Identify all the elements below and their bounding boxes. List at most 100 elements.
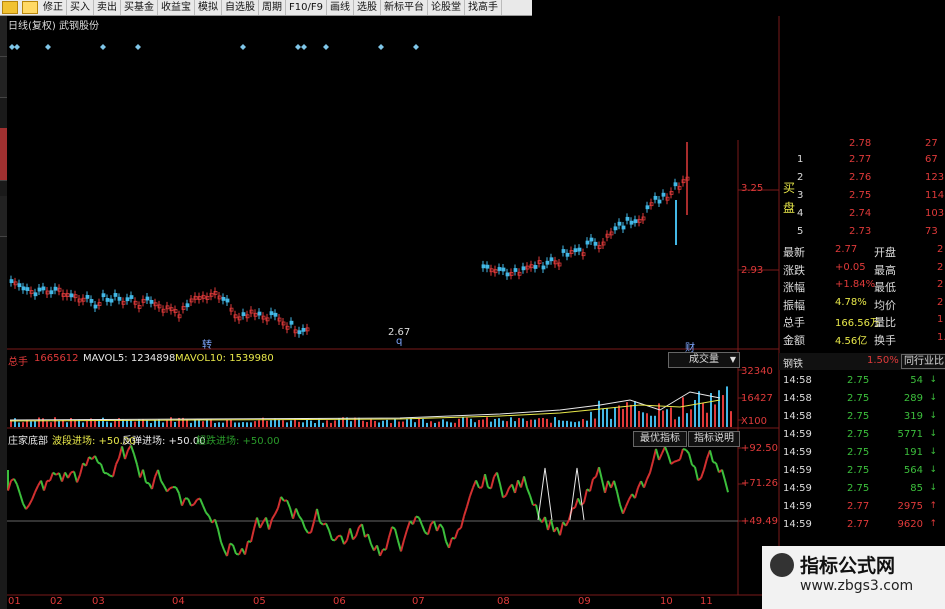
x-axis-label: 04: [172, 596, 185, 607]
trade-direction-icon: ↓: [929, 447, 937, 457]
quote-stat-value: 4.56亿: [835, 335, 868, 347]
trade-vol: 54: [910, 375, 923, 386]
volume-bar: [86, 420, 88, 427]
candlestick-body: [549, 257, 554, 262]
volume-bar: [434, 422, 436, 427]
trade-time: 14:59: [783, 501, 812, 512]
volume-bar: [646, 413, 648, 427]
volume-indicator-select[interactable]: 成交量 ▼: [668, 352, 740, 368]
volume-bar: [326, 420, 328, 427]
quote-stat-label: 涨幅: [783, 281, 805, 294]
trade-time: 14:59: [783, 483, 812, 494]
indicator-line-segment: [112, 464, 117, 477]
trade-row: 14:58 2.75 54 ↓: [779, 372, 945, 390]
indicator-line-segment: [484, 473, 489, 488]
quote-stat-label: 振幅: [783, 298, 805, 312]
trade-price: 2.75: [847, 429, 870, 440]
quote-stat-value2: 2: [937, 296, 944, 308]
candlestick-body: [533, 265, 538, 269]
indicator-line-segment: [514, 480, 519, 494]
indicator-line-segment: [121, 446, 126, 460]
candlestick-body: [101, 293, 106, 298]
trade-time: 14:59: [783, 429, 812, 440]
indicator-line-segment: [421, 524, 426, 533]
volume-tick-3: X100: [741, 416, 767, 427]
volume-bar: [386, 419, 388, 427]
x-axis-label: 11: [700, 596, 713, 607]
indicator-line-segment: [688, 453, 693, 466]
indicator-line-segment: [355, 526, 360, 537]
volume-bar: [718, 390, 720, 427]
indicator-line-segment: [31, 491, 36, 500]
volume-bar: [710, 393, 712, 427]
x-axis-label: 05: [253, 596, 266, 607]
volume-bar: [322, 422, 324, 427]
orderbook-level: 4 2.74 103: [779, 206, 945, 223]
volume-bar: [474, 422, 476, 427]
volume-bar: [438, 421, 440, 427]
indicator-line-segment: [613, 480, 618, 492]
sector-compare-button[interactable]: 同行业比: [901, 354, 945, 369]
best-indicator-button[interactable]: 最优指标: [633, 431, 687, 447]
indicator-line-segment: [328, 529, 333, 541]
candlestick-body: [661, 192, 666, 197]
quote-stat-value: 2.77: [835, 244, 858, 255]
candlestick-body: [241, 312, 246, 317]
candlestick-body: [593, 241, 598, 246]
quote-panel: 2.78 27 买盘 1 2.77 67 2 2.76 123 3 2.75 114 4 2.74 103 5…: [779, 138, 945, 609]
indicator-tick-2: +71.26: [741, 478, 779, 489]
orderbook-level: 2 2.76 123: [779, 170, 945, 187]
event-marker-2[interactable]: q: [396, 336, 402, 347]
indicator-help-button[interactable]: 指标说明: [688, 431, 740, 447]
indicator-line-segment: [625, 498, 630, 507]
x-axis-label: 01: [8, 596, 21, 607]
indicator-line-segment: [571, 506, 576, 510]
indicator-line-segment: [427, 523, 432, 535]
trade-row: 14:59 2.75 5771 ↓: [779, 426, 945, 444]
volume-bar: [618, 405, 620, 427]
indicator-line-segment: [244, 541, 249, 555]
indicator-line-segment: [136, 464, 141, 478]
indicator-line-segment: [88, 456, 93, 461]
indicator-line-segment: [325, 523, 330, 531]
volume-bar: [234, 422, 236, 427]
trade-row: 14:59 2.75 564 ↓: [779, 462, 945, 480]
indicator-line-segment: [712, 461, 717, 464]
indicator-line-segment: [271, 513, 276, 520]
volume-bar: [566, 420, 568, 427]
volume-bar: [218, 422, 220, 427]
candlestick-body: [485, 264, 490, 269]
trade-vol: 289: [903, 393, 923, 404]
indicator-line-segment: [361, 524, 366, 538]
indicator-line-segment: [709, 450, 714, 463]
candlestick-body: [41, 286, 46, 291]
candlestick-body: [645, 205, 650, 210]
quote-stat-label: 涨跌: [783, 263, 805, 277]
volume-bar: [578, 421, 580, 427]
indicator-line-segment: [460, 515, 465, 529]
signal-diamond-icon: [301, 44, 307, 50]
volume-bar: [554, 417, 556, 427]
volume-bar: [50, 422, 52, 427]
quote-stat-value2: 1: [937, 314, 944, 325]
candlestick-body: [105, 298, 110, 302]
logo-icon: [770, 553, 794, 577]
quote-stat-row: 总手 166.56万 量比 1: [779, 312, 945, 329]
volume-bar: [110, 422, 112, 427]
trade-price: 2.75: [847, 465, 870, 476]
candlestick-body: [621, 225, 626, 230]
volume-bar: [590, 411, 592, 427]
volume-bar: [154, 420, 156, 427]
trade-row: 14:59 2.77 9620 ↑: [779, 516, 945, 534]
volume-bar: [254, 421, 256, 427]
quote-stat-label: 总手: [783, 316, 805, 329]
indicator-line-segment: [343, 539, 348, 545]
volume-bar: [454, 422, 456, 427]
orderbook-vol: 103: [925, 208, 945, 219]
quote-stat-label2: 最高: [874, 263, 896, 277]
volume-bar: [462, 417, 464, 427]
indicator-line-segment: [94, 455, 99, 463]
indicator-line-segment: [442, 527, 447, 542]
event-marker-1[interactable]: 转: [202, 336, 212, 351]
mavol10-label: MAVOL10: 1539980: [175, 353, 274, 364]
